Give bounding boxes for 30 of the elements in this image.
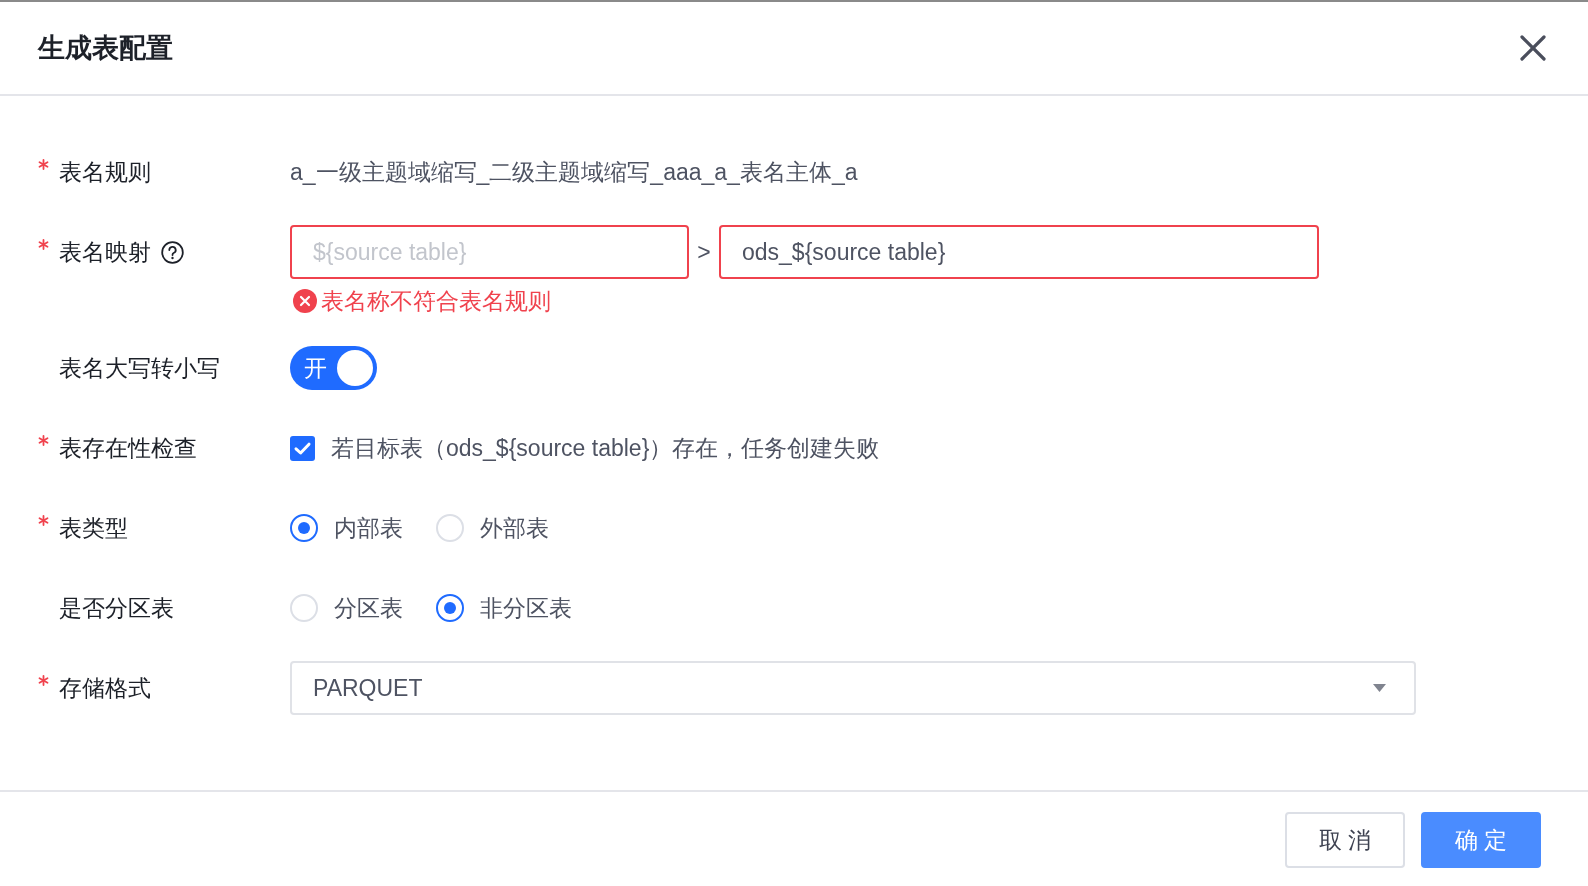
separator-text: > — [696, 238, 712, 266]
error-message: 表名称不符合表名规则 — [321, 286, 551, 316]
rule-text: a_一级主题域缩写_二级主题域缩写_aaa_a_表名主体_a — [290, 157, 858, 187]
caret-icon — [1373, 684, 1386, 692]
radio-label: 内部表 — [334, 513, 403, 543]
dialog-title: 生成表配置 — [38, 32, 173, 65]
checkbox[interactable] — [290, 435, 315, 461]
radio-label: 外部表 — [480, 513, 549, 543]
field-label: 存储格式 — [59, 673, 151, 703]
field-label: 表名映射 — [59, 237, 151, 267]
field-label: 是否分区表 — [59, 593, 174, 623]
select-field[interactable]: PARQUET — [290, 661, 1416, 715]
switch-knob — [337, 350, 373, 386]
radio-button[interactable] — [290, 514, 318, 542]
input-field[interactable]: ods_${source table} — [719, 225, 1319, 279]
input-field[interactable]: ${source table} — [290, 225, 689, 279]
field-label: 表存在性检查 — [59, 433, 197, 463]
field-label: 表名大写转小写 — [59, 353, 220, 383]
close-button[interactable] — [1520, 35, 1546, 61]
error-icon — [293, 289, 317, 313]
radio-label: 分区表 — [334, 593, 403, 623]
toggle-switch[interactable]: 开 — [290, 346, 377, 390]
close-icon — [1520, 35, 1546, 61]
field-label: 表类型 — [59, 513, 128, 543]
cancel-button[interactable]: 取 消 — [1285, 812, 1405, 868]
help-icon[interactable] — [161, 240, 184, 264]
radio-button[interactable] — [436, 594, 464, 622]
checkbox-label: 若目标表（ods_${source table}）存在，任务创建失败 — [331, 433, 880, 463]
field-label: 表名规则 — [59, 157, 151, 187]
radio-label: 非分区表 — [480, 593, 572, 623]
